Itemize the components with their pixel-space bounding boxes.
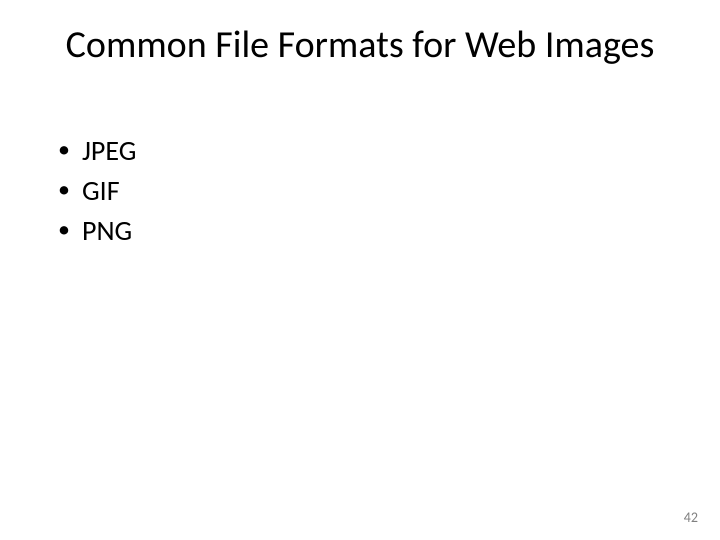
bullet-list: JPEG GIF PNG xyxy=(54,132,666,249)
slide-body: JPEG GIF PNG xyxy=(54,130,666,251)
slide-title: Common File Formats for Web Images xyxy=(0,22,720,68)
list-item: JPEG xyxy=(54,132,666,170)
page-number: 42 xyxy=(684,509,698,526)
list-item: GIF xyxy=(54,172,666,210)
slide: Common File Formats for Web Images JPEG … xyxy=(0,0,720,540)
list-item: PNG xyxy=(54,212,666,250)
